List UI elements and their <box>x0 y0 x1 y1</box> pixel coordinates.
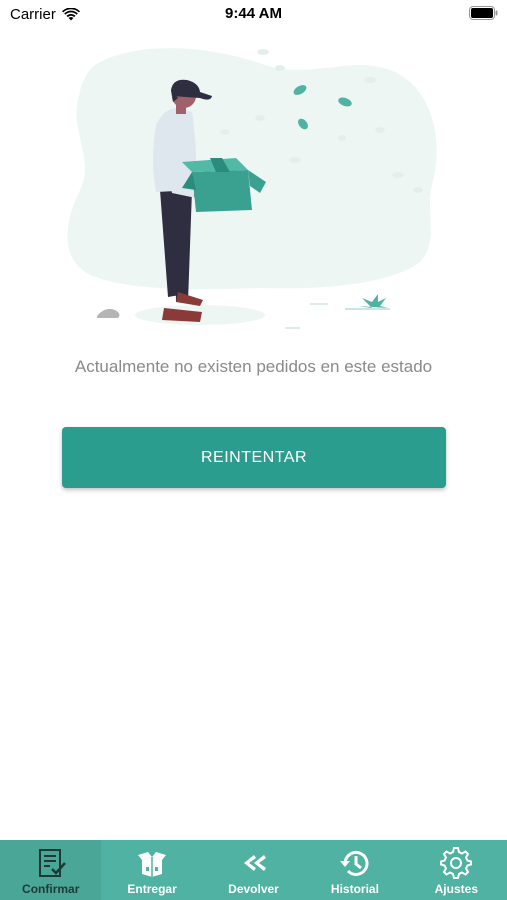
rock <box>97 308 120 318</box>
tab-entregar[interactable]: Entregar <box>101 840 202 900</box>
battery-icon <box>469 6 498 20</box>
gear-icon <box>440 847 473 879</box>
open-box <box>192 170 252 212</box>
status-time: 9:44 AM <box>225 5 282 22</box>
tab-historial[interactable]: Historial <box>304 840 405 900</box>
double-chevron-left-icon <box>243 855 266 871</box>
empty-state-message: Actualmente no existen pedidos en este e… <box>74 357 433 376</box>
tab-devolver[interactable]: Devolver <box>203 840 304 900</box>
tab-ajustes[interactable]: Ajustes <box>406 840 507 900</box>
tab-label: Confirmar <box>22 882 80 896</box>
tab-label: Ajustes <box>434 882 478 896</box>
history-icon <box>339 850 369 876</box>
status-bar: Carrier 9:44 AM <box>0 0 507 28</box>
retry-button[interactable]: REINTENTAR <box>62 427 446 488</box>
tab-label: Historial <box>330 882 379 896</box>
checklist-icon <box>38 849 66 877</box>
person-shoe-back <box>176 292 203 306</box>
plant <box>358 294 388 308</box>
tab-confirmar[interactable]: Confirmar <box>0 840 102 900</box>
tab-bar: Confirmar Entregar Devolver Historial Aj… <box>0 840 507 900</box>
tab-label: Entregar <box>127 882 177 896</box>
delivery-person-illustration <box>67 48 437 329</box>
tab-label: Devolver <box>228 882 279 896</box>
background-blob <box>67 48 437 290</box>
open-box-icon <box>138 852 167 877</box>
